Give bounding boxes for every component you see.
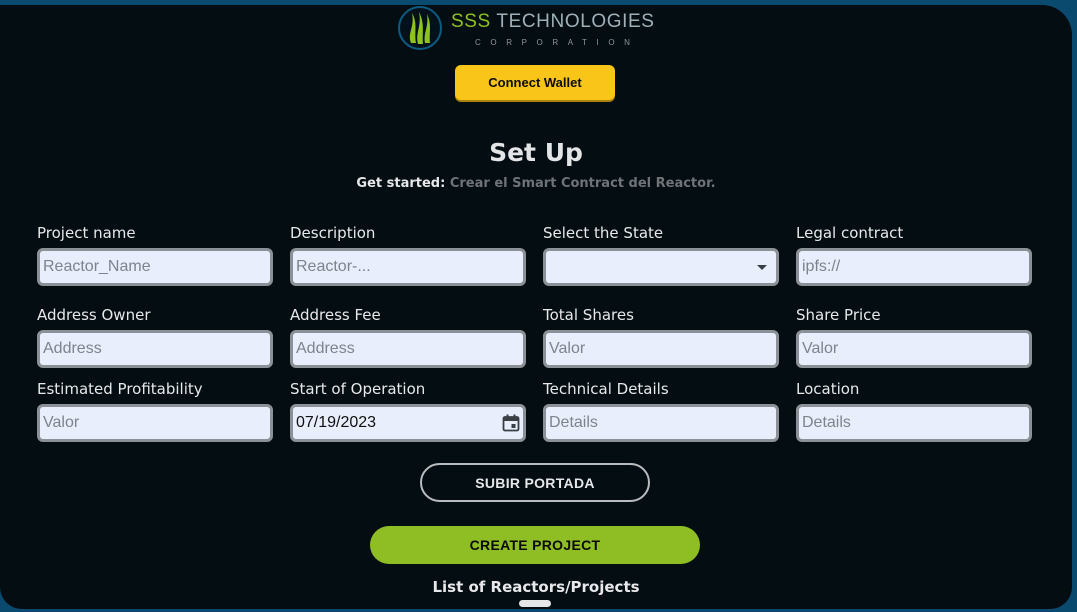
estimated-profitability-input[interactable] — [43, 414, 267, 432]
project-name-label: Project name — [37, 224, 136, 242]
total-shares-input[interactable] — [549, 340, 773, 358]
connect-wallet-button[interactable]: Connect Wallet — [455, 65, 615, 100]
address-owner-field[interactable] — [37, 330, 273, 368]
location-input[interactable] — [802, 414, 1026, 432]
address-fee-input[interactable] — [296, 340, 520, 358]
estimated-profitability-field[interactable] — [37, 404, 273, 442]
brand-subtitle: CORPORATION — [475, 38, 640, 47]
projects-list-title: List of Reactors/Projects — [432, 578, 640, 596]
start-of-operation-field[interactable]: 07/19/2023 — [290, 404, 526, 442]
state-label: Select the State — [543, 224, 664, 242]
total-shares-label: Total Shares — [543, 306, 634, 324]
project-name-field[interactable] — [37, 248, 273, 286]
legal-contract-input[interactable] — [802, 258, 1026, 276]
brand-name: SSS TECHNOLOGIES — [451, 11, 655, 32]
legal-contract-label: Legal contract — [796, 224, 904, 242]
description-label: Description — [290, 224, 376, 242]
page-title: Set Up — [489, 138, 583, 167]
total-shares-field[interactable] — [543, 330, 779, 368]
address-fee-label: Address Fee — [290, 306, 381, 324]
page-subtitle: Get started: Crear el Smart Contract del… — [356, 176, 716, 191]
flame-logo-icon — [398, 6, 442, 50]
upload-cover-button[interactable]: SUBIR PORTADA — [420, 463, 650, 502]
technical-details-field[interactable] — [543, 404, 779, 442]
scroll-handle[interactable] — [519, 600, 551, 607]
state-select[interactable] — [543, 248, 779, 286]
chevron-down-icon — [757, 265, 767, 270]
address-fee-field[interactable] — [290, 330, 526, 368]
address-owner-label: Address Owner — [37, 306, 151, 324]
brand-logo: SSS TECHNOLOGIES CORPORATION — [397, 5, 677, 53]
create-project-button[interactable]: CREATE PROJECT — [370, 526, 700, 564]
location-field[interactable] — [796, 404, 1032, 442]
project-name-input[interactable] — [43, 258, 267, 276]
technical-details-label: Technical Details — [543, 380, 669, 398]
start-of-operation-label: Start of Operation — [290, 380, 426, 398]
start-of-operation-value: 07/19/2023 — [296, 414, 377, 431]
share-price-field[interactable] — [796, 330, 1032, 368]
calendar-icon[interactable] — [502, 414, 520, 432]
location-label: Location — [796, 380, 860, 398]
estimated-profitability-label: Estimated Profitability — [37, 380, 203, 398]
description-input[interactable] — [296, 258, 520, 276]
technical-details-input[interactable] — [549, 414, 773, 432]
address-owner-input[interactable] — [43, 340, 267, 358]
legal-contract-field[interactable] — [796, 248, 1032, 286]
share-price-input[interactable] — [802, 340, 1026, 358]
description-field[interactable] — [290, 248, 526, 286]
share-price-label: Share Price — [796, 306, 881, 324]
